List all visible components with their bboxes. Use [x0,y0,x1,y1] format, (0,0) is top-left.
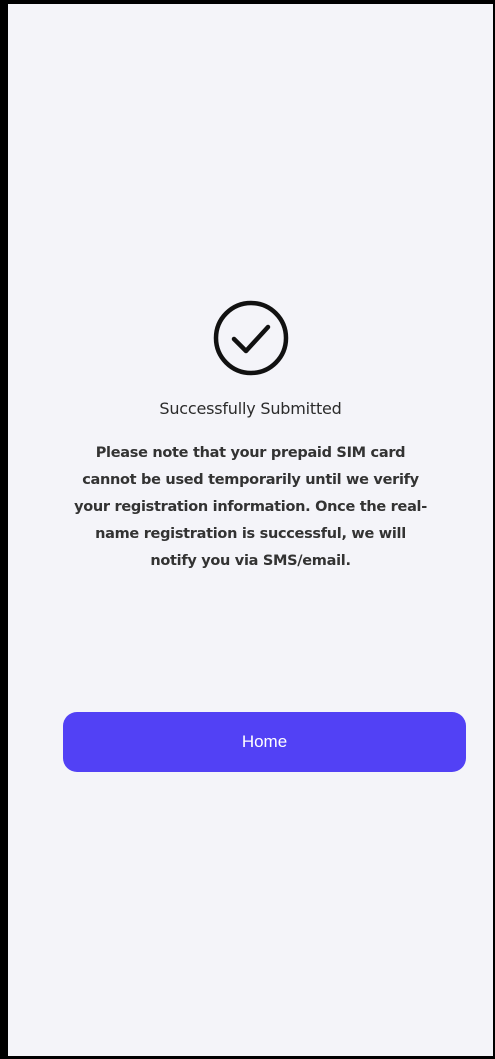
screen: Successfully Submitted Please note that … [0,0,495,1059]
success-panel: Successfully Submitted Please note that … [8,299,493,575]
home-button[interactable]: Home [63,712,466,772]
check-circle-icon [213,300,288,376]
success-title: Successfully Submitted [159,399,342,418]
success-message: Please note that your prepaid SIM card c… [74,445,427,569]
